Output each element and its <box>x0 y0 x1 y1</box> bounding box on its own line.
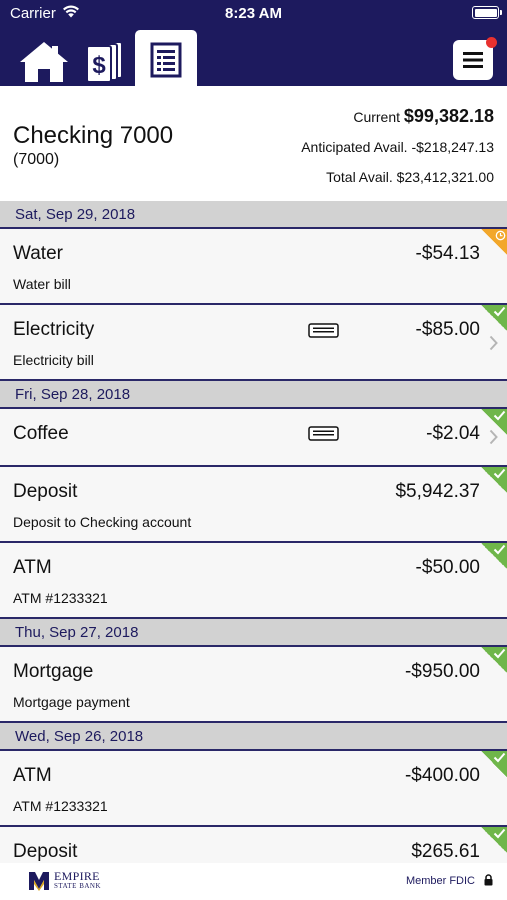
transaction-amount: -$950.00 <box>404 661 480 682</box>
current-balance-value: $99,382.18 <box>403 106 494 126</box>
tab-register[interactable] <box>135 30 197 86</box>
anticipated-balance-value: -$218,247.13 <box>411 139 494 155</box>
clock: 8:23 AM <box>225 5 282 22</box>
transaction-name: ATM <box>13 765 52 786</box>
cleared-check-icon <box>481 543 507 569</box>
lock-icon <box>484 874 493 886</box>
bank-logo <box>29 872 49 891</box>
cleared-check-icon <box>481 647 507 673</box>
transaction-description: ATM #1233321 <box>13 798 108 814</box>
hamburger-icon <box>463 52 483 68</box>
transaction-row[interactable]: Mortgage Mortgage payment -$950.00 <box>0 647 507 723</box>
current-balance: Current $99,382.18 <box>353 106 494 127</box>
transaction-row[interactable]: Deposit Deposit to Checking account $5,9… <box>0 467 507 543</box>
transaction-amount: -$85.00 <box>415 319 480 340</box>
memo-icon <box>308 426 339 441</box>
bank-name-line2: STATE BANK <box>54 882 102 890</box>
transaction-amount: -$50.00 <box>415 557 480 578</box>
transaction-row[interactable]: Water Water bill -$54.13 <box>0 229 507 305</box>
member-fdic-label: Member FDIC <box>405 875 475 887</box>
date-header: Sat, Sep 29, 2018 <box>0 201 507 229</box>
current-balance-label: Current <box>353 109 401 125</box>
cleared-check-icon <box>481 409 507 435</box>
transaction-name: ATM <box>13 557 52 578</box>
account-name: Checking 7000 <box>13 122 174 149</box>
transaction-amount: -$2.04 <box>426 423 480 444</box>
transaction-name: Electricity <box>13 319 95 340</box>
transaction-amount: $265.61 <box>411 841 480 862</box>
anticipated-balance-label: Anticipated Avail. <box>301 139 408 155</box>
transaction-name: Coffee <box>13 423 69 444</box>
transaction-row[interactable]: ATM ATM #1233321 -$400.00 <box>0 751 507 827</box>
pending-clock-icon <box>481 229 507 255</box>
transaction-description: Water bill <box>13 276 71 292</box>
account-summary: Checking 7000 (7000) Current $99,382.18 … <box>0 86 507 201</box>
cleared-check-icon <box>481 467 507 493</box>
cleared-check-icon <box>481 827 507 853</box>
cleared-check-icon <box>481 751 507 777</box>
transaction-amount: $5,942.37 <box>395 481 480 502</box>
footer: EMPIRE STATE BANK Member FDIC <box>0 863 507 900</box>
transaction-amount: -$400.00 <box>404 765 480 786</box>
home-icon <box>20 42 68 82</box>
transaction-description: Deposit to Checking account <box>13 514 192 530</box>
bank-name-line1: EMPIRE <box>54 869 100 883</box>
menu-button[interactable] <box>453 37 497 80</box>
transaction-row[interactable]: Electricity Electricity bill -$85.00 <box>0 305 507 381</box>
transaction-description: Mortgage payment <box>13 694 130 710</box>
transaction-row[interactable]: Deposit $265.61 <box>0 827 507 863</box>
transaction-name: Mortgage <box>13 661 94 682</box>
register-icon <box>150 42 182 78</box>
cleared-check-icon <box>481 305 507 331</box>
transaction-row[interactable]: ATM ATM #1233321 -$50.00 <box>0 543 507 619</box>
total-balance: Total Avail. $23,412,321.00 <box>326 169 494 185</box>
transaction-name: Deposit <box>13 841 78 862</box>
transaction-description: ATM #1233321 <box>13 590 108 606</box>
anticipated-balance: Anticipated Avail. -$218,247.13 <box>301 139 494 155</box>
date-header: Thu, Sep 27, 2018 <box>0 619 507 647</box>
svg-text:$: $ <box>92 52 106 79</box>
transaction-list[interactable]: Sat, Sep 29, 2018 Water Water bill -$54.… <box>0 201 507 863</box>
bank-logo-text: EMPIRE STATE BANK <box>54 869 102 891</box>
tab-money[interactable]: $ <box>84 30 126 86</box>
total-balance-label: Total Avail. <box>326 169 393 185</box>
transaction-description: Electricity bill <box>13 352 94 368</box>
total-balance-value: $23,412,321.00 <box>396 169 494 185</box>
status-bar: Carrier 8:23 AM <box>0 0 507 28</box>
transaction-amount: -$54.13 <box>415 243 480 264</box>
money-icon: $ <box>86 41 123 83</box>
transaction-row[interactable]: Coffee -$2.04 <box>0 409 507 467</box>
transaction-name: Deposit <box>13 481 78 502</box>
memo-icon <box>308 323 339 338</box>
chevron-right-icon <box>489 335 498 351</box>
app-header: Carrier 8:23 AM $ <box>0 0 507 86</box>
notification-dot <box>486 37 497 48</box>
transaction-name: Water <box>13 243 63 264</box>
tab-home[interactable] <box>18 30 70 86</box>
date-header: Wed, Sep 26, 2018 <box>0 723 507 751</box>
date-header: Fri, Sep 28, 2018 <box>0 381 507 409</box>
account-number: (7000) <box>13 151 60 168</box>
battery-icon <box>472 6 502 19</box>
